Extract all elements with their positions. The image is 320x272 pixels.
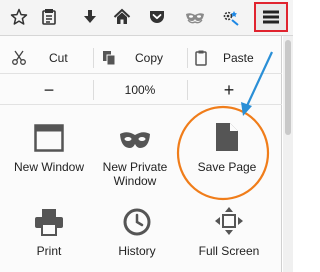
new-window-button[interactable]: New Window (4, 118, 94, 174)
new-window-label: New Window (13, 160, 85, 174)
home-button[interactable] (111, 6, 133, 28)
addon-icon (223, 11, 239, 26)
cut-label: Cut (49, 51, 68, 65)
scissors-icon (12, 50, 26, 65)
downloads-button[interactable] (79, 6, 101, 28)
zoom-controls: − 100% + (0, 75, 282, 105)
private-mask-icon (120, 132, 150, 148)
full-screen-button[interactable]: Full Screen (184, 202, 274, 258)
save-page-label: Save Page (197, 160, 257, 174)
paste-label: Paste (223, 51, 254, 65)
pocket-button[interactable] (146, 6, 168, 28)
page-icon (216, 123, 238, 151)
copy-label: Copy (135, 51, 164, 65)
download-icon (84, 10, 96, 23)
clock-icon (123, 208, 151, 236)
new-private-window-label-line1: New Private (102, 160, 168, 174)
printer-icon (35, 209, 63, 236)
pocket-icon (150, 11, 164, 23)
clipboard-icon (195, 50, 207, 66)
cut-button[interactable]: Cut (11, 42, 93, 74)
print-button[interactable]: Print (4, 202, 94, 258)
print-label: Print (36, 244, 62, 258)
copy-button[interactable]: Copy (101, 42, 187, 74)
bookmark-star-button[interactable] (8, 6, 30, 28)
edit-controls: Cut Copy Paste (0, 42, 282, 74)
mask-icon (186, 13, 204, 24)
zoom-reset-button[interactable]: 100% (100, 75, 180, 105)
toolbar (0, 0, 293, 36)
save-page-button[interactable]: Save Page (182, 118, 272, 174)
menu-icon (263, 10, 279, 24)
star-icon (10, 8, 28, 25)
new-private-window-button[interactable]: New Private Window (90, 118, 180, 188)
zoom-out-button[interactable]: − (26, 75, 72, 105)
scrollbar-thumb[interactable] (285, 40, 291, 135)
history-label: History (118, 244, 156, 258)
window-icon (34, 124, 64, 152)
addon-button[interactable] (219, 6, 241, 28)
edit-separator (187, 48, 188, 68)
new-private-window-label: New Private Window (90, 160, 180, 188)
zoom-separator (187, 80, 188, 100)
reading-list-button[interactable] (38, 6, 60, 28)
fullscreen-icon (215, 207, 243, 235)
zoom-level: 100% (124, 83, 156, 97)
history-button[interactable]: History (92, 202, 182, 258)
minus-icon: − (43, 79, 55, 100)
paste-button[interactable]: Paste (193, 42, 279, 74)
home-icon (113, 8, 131, 24)
new-private-window-label-line2: Window (113, 174, 157, 188)
copy-icon (103, 51, 116, 66)
zoom-in-button[interactable]: + (206, 75, 252, 105)
persona-button[interactable] (184, 6, 206, 28)
open-menu-button[interactable] (254, 2, 288, 32)
full-screen-label: Full Screen (198, 244, 260, 258)
edit-separator (93, 48, 94, 68)
zoom-separator (93, 80, 94, 100)
reading-list-icon (42, 9, 56, 25)
plus-icon: + (223, 79, 235, 100)
